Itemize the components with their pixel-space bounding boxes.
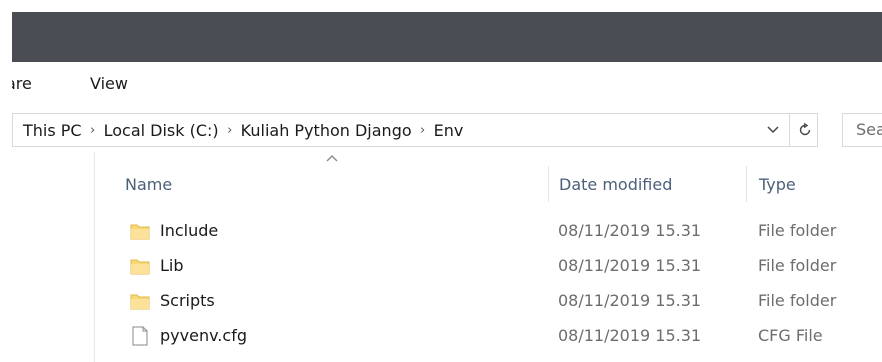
address-bar[interactable]: This PC › Local Disk (C:) › Kuliah Pytho…: [12, 113, 818, 147]
title-bar: [12, 12, 882, 62]
breadcrumb: This PC › Local Disk (C:) › Kuliah Pytho…: [23, 114, 463, 146]
file-date: 08/11/2019 15.31: [558, 221, 702, 240]
column-header-type[interactable]: Type: [746, 166, 882, 202]
file-name: Lib: [160, 256, 184, 275]
file-name: Scripts: [160, 291, 215, 310]
file-row-pyvenv[interactable]: pyvenv.cfg 08/11/2019 15.31 CFG File: [112, 319, 882, 354]
ribbon-tab-share[interactable]: are: [12, 74, 32, 93]
file-icon: [132, 326, 148, 346]
folder-icon: [130, 259, 150, 275]
breadcrumb-local-disk[interactable]: Local Disk (C:): [104, 121, 219, 140]
breadcrumb-separator-icon[interactable]: ›: [412, 123, 434, 138]
file-row-scripts[interactable]: Scripts 08/11/2019 15.31 File folder: [112, 284, 882, 319]
file-row-lib[interactable]: Lib 08/11/2019 15.31 File folder: [112, 249, 882, 284]
folder-icon: [130, 294, 150, 310]
column-header-date-label: Date modified: [559, 174, 673, 194]
ribbon-tab-view[interactable]: View: [90, 74, 128, 93]
breadcrumb-separator-icon[interactable]: ›: [219, 123, 241, 138]
sort-ascending-icon: [326, 155, 338, 162]
file-type: File folder: [758, 291, 837, 310]
file-name: Include: [160, 221, 219, 240]
search-placeholder: Sea: [856, 120, 882, 139]
file-row-include[interactable]: Include 08/11/2019 15.31 File folder: [112, 214, 882, 249]
breadcrumb-separator-icon[interactable]: ›: [82, 123, 104, 138]
column-header-name-label: Name: [125, 174, 173, 194]
search-box[interactable]: Sea: [842, 113, 882, 147]
ribbon: are View: [12, 62, 882, 108]
file-type: CFG File: [758, 326, 823, 345]
chevron-down-icon: [767, 126, 779, 134]
breadcrumb-kuliah-python-django[interactable]: Kuliah Python Django: [241, 121, 412, 140]
breadcrumb-env[interactable]: Env: [434, 121, 464, 140]
column-header-type-label: Type: [759, 174, 796, 194]
column-header-date-modified[interactable]: Date modified: [548, 166, 746, 202]
file-date: 08/11/2019 15.31: [558, 291, 702, 310]
breadcrumb-this-pc[interactable]: This PC: [23, 121, 82, 140]
refresh-icon: [799, 123, 810, 136]
navigation-pane[interactable]: [12, 152, 95, 362]
file-type: File folder: [758, 256, 837, 275]
column-header-name[interactable]: Name: [112, 166, 548, 202]
refresh-button[interactable]: [789, 114, 819, 146]
address-history-button[interactable]: [757, 114, 789, 146]
file-name: pyvenv.cfg: [160, 326, 247, 345]
file-type: File folder: [758, 221, 837, 240]
file-date: 08/11/2019 15.31: [558, 326, 702, 345]
folder-icon: [130, 224, 150, 240]
file-date: 08/11/2019 15.31: [558, 256, 702, 275]
